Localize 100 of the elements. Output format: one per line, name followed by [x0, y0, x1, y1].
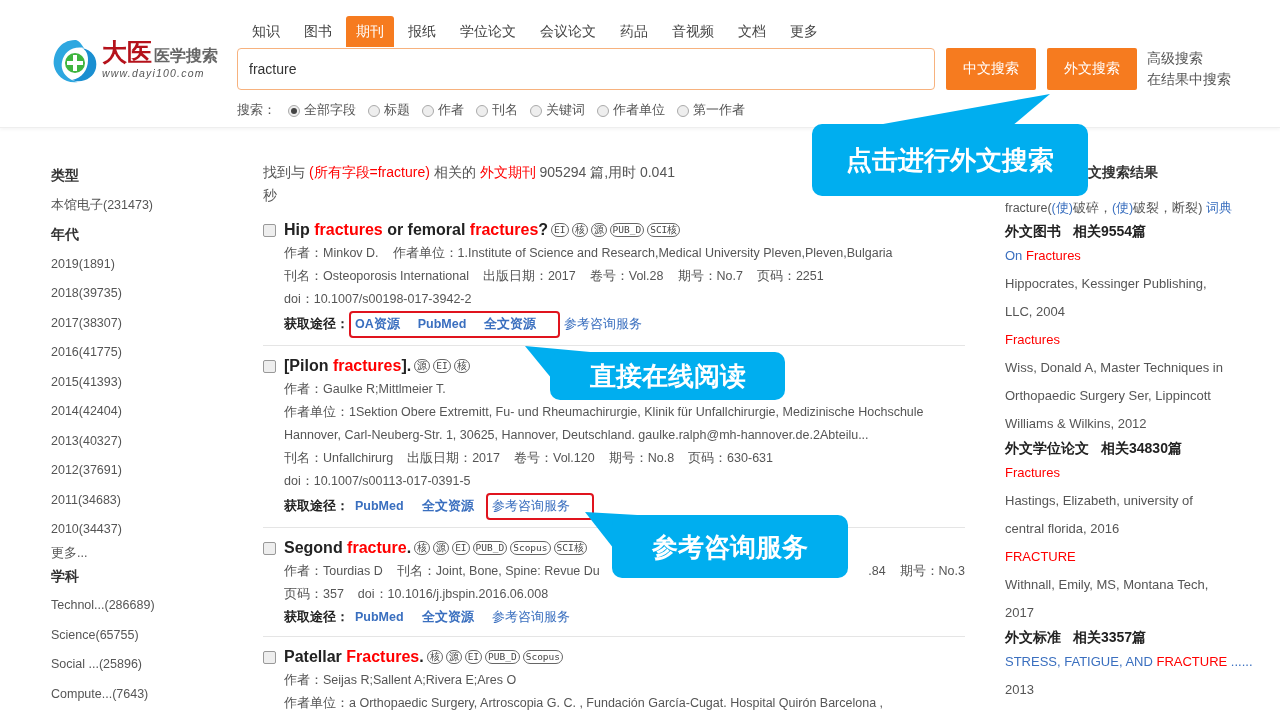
facet-item[interactable]: Science(65755)	[51, 620, 263, 650]
more-link[interactable]: 更多...	[51, 544, 263, 562]
related-description: Hastings, Elizabeth, university of central florida, 2016	[1005, 492, 1194, 538]
meta-field: 期号：No.8	[608, 447, 675, 470]
facet-item[interactable]: 2017(38307)	[51, 308, 263, 338]
access-link[interactable]: 参考咨询服务	[491, 495, 570, 518]
related-title[interactable]: On Fractures	[1005, 242, 1081, 270]
meta-field: 作者单位：1Sektion Obere Extremitt, Fu- und Rheumachirurgie, Klinik für Unfallchirurgie, Medizinische Hochschule Hannover, Carl-Neuberg-Str. 1, 30625, Hannover, Deutschland. gaulke.ralph@mh-hannover.de.2Abteilu...	[284, 401, 965, 447]
related-title[interactable]: FRACTURE	[1005, 543, 1076, 571]
access-link[interactable]: 全文资源	[421, 495, 474, 518]
result-title[interactable]: Patellar Fractures.	[284, 648, 424, 666]
search-link[interactable]: 在结果中搜索	[1147, 70, 1231, 89]
related-description: Hippocrates, Kessinger Publishing, LLC, 2004	[1005, 275, 1208, 321]
callout-text: 直接在线阅读	[589, 360, 746, 392]
panel-heading: 文搜索结果	[1087, 163, 1159, 182]
facet-item[interactable]: 2014(42404)	[51, 397, 263, 427]
related-description: Withnall, Emily, MS, Montana Tech, 2017	[1005, 576, 1210, 622]
meta-field: 作者：Seijas R;Sallent A;Rivera E;Ares O	[284, 669, 517, 692]
meta-field: doi：10.1007/s00113-017-0391-5	[284, 470, 471, 493]
section-heading: 外文图书	[1005, 222, 1061, 241]
meta-field: 页码：630-631	[688, 447, 773, 470]
category-tab[interactable]: 文档	[728, 16, 776, 47]
facet-item[interactable]: Technol...(286689)	[51, 591, 263, 621]
facet-item[interactable]: Social ...(25896)	[51, 650, 263, 680]
facet-item[interactable]: 2015(41393)	[51, 367, 263, 397]
facet-item[interactable]: 2019(1891)	[51, 249, 263, 279]
section-heading: 外文学位论文	[1005, 439, 1089, 458]
access-link[interactable]: PubMed	[417, 313, 467, 336]
access-link[interactable]: PubMed	[355, 606, 404, 629]
category-tab[interactable]: 学位论文	[450, 16, 526, 47]
meta-field: doi：10.1007/s00198-017-3942-2	[284, 288, 472, 311]
access-link[interactable]: PubMed	[355, 495, 404, 518]
access-label: 获取途径：	[284, 316, 349, 333]
facet-heading: 学科	[51, 566, 80, 586]
checkbox[interactable]	[263, 541, 276, 555]
category-tab[interactable]: 报纸	[398, 16, 446, 47]
category-tab[interactable]: 音视频	[662, 16, 724, 47]
radio-label[interactable]: 关键词	[546, 102, 585, 119]
radio-button[interactable]	[422, 104, 434, 117]
checkbox[interactable]	[263, 650, 276, 664]
checkbox[interactable]	[263, 223, 276, 237]
radio-button[interactable]	[368, 104, 380, 117]
radio-button[interactable]	[677, 104, 689, 117]
facet-item[interactable]: 2011(34683)	[51, 485, 263, 515]
radio-label[interactable]: 标题	[384, 102, 410, 119]
meta-field: 作者：Gaulke R;Mittlmeier T.	[284, 378, 446, 401]
meta-field: doi：10.1016/j.jbspin.2016.06.008	[357, 583, 549, 606]
category-tab[interactable]: 药品	[610, 16, 658, 47]
result-summary: 找到与 (所有字段=fracture) 相关的 外文期刊 905294 篇,用时 0.041 秒	[263, 163, 676, 205]
access-link[interactable]: 参考咨询服务	[564, 313, 643, 336]
facet-item[interactable]: Compute...(7643)	[51, 679, 263, 709]
radio-label[interactable]: 第一作者	[693, 102, 745, 119]
meta-field: 作者单位：1.Institute of Science and Research,Medical University Pleven,Pleven,Bulgaria	[392, 242, 893, 265]
radio-button[interactable]	[530, 104, 542, 117]
facet-item[interactable]: 2013(40327)	[51, 426, 263, 456]
callout-text: 点击进行外文搜索	[846, 144, 1054, 176]
radio-label[interactable]: 作者单位	[613, 102, 665, 119]
radio-button[interactable]	[476, 104, 488, 117]
logo-url: www.dayi100.com	[102, 67, 206, 79]
result-title[interactable]: Hip fractures or femoral fractures?	[284, 221, 549, 239]
dictionary-entry: fracture((使)破碎，(使)破裂，断裂) 词典	[1005, 200, 1232, 217]
radio-button[interactable]	[597, 104, 609, 117]
meta-field: 刊名：Osteoporosis International	[284, 265, 469, 288]
facet-item[interactable]: 2016(41775)	[51, 338, 263, 368]
search-link[interactable]: 高级搜索	[1147, 49, 1231, 68]
search-field[interactable]: fracture	[237, 48, 935, 90]
result-title[interactable]: Segond fracture.	[284, 539, 412, 557]
facet-item[interactable]: 2018(39735)	[51, 279, 263, 309]
related-title[interactable]: Fractures	[1005, 326, 1060, 354]
scope-label: 搜索：	[237, 102, 276, 119]
category-tab[interactable]: 更多	[780, 16, 828, 47]
facet-heading: 年代	[51, 225, 80, 244]
category-tab[interactable]: 会议论文	[530, 16, 606, 47]
section-heading: 外文标准	[1005, 628, 1061, 647]
access-link[interactable]: 全文资源	[421, 606, 474, 629]
facet-item[interactable]: 2012(37691)	[51, 456, 263, 486]
related-description: Wiss, Donald A, Master Techniques in Orthopaedic Surgery Ser, Lippincott Williams & Wilkins, 2012	[1005, 359, 1224, 433]
category-tab[interactable]: 知识	[242, 16, 290, 47]
radio-label[interactable]: 作者	[438, 102, 464, 119]
checkbox[interactable]	[263, 359, 276, 373]
related-title[interactable]: Fractures	[1005, 459, 1060, 487]
radio-label[interactable]: 全部字段	[304, 102, 356, 119]
category-tab[interactable]: 图书	[294, 16, 342, 47]
access-link[interactable]: 全文资源	[484, 313, 537, 336]
meta-field: 卷号：Vol.28	[589, 265, 664, 288]
meta-field: 页码：357	[284, 583, 344, 606]
result-title[interactable]: [Pilon fractures].	[284, 357, 412, 375]
logo-brand: 大医	[102, 38, 152, 66]
facet-item[interactable]: 本馆电子(231473)	[51, 190, 263, 220]
access-link[interactable]: 参考咨询服务	[491, 606, 570, 629]
access-link[interactable]: OA资源	[355, 313, 400, 336]
related-description: 2013	[1005, 681, 1035, 699]
meta-field: 期号：No.7	[677, 265, 743, 288]
meta-field: 期号：No.3	[899, 560, 965, 583]
radio-label[interactable]: 刊名	[492, 102, 518, 119]
radio-button[interactable]	[288, 104, 300, 117]
facet-item[interactable]: 2010(34437)	[51, 515, 263, 545]
section-count: 相关34830篇	[1101, 439, 1182, 458]
related-title[interactable]: STRESS, FATIGUE, AND FRACTURE ......	[1005, 648, 1253, 676]
meta-field: 作者：Tourdias D	[284, 560, 383, 583]
